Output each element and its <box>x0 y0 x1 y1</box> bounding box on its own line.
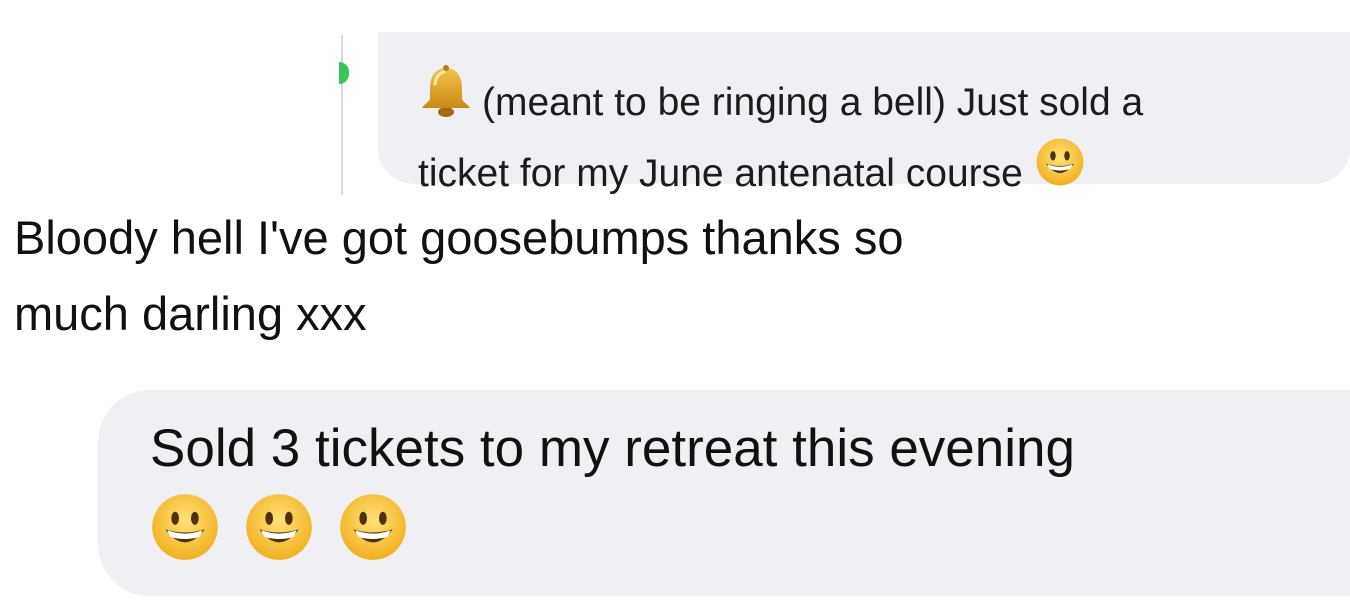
quoted-message-bubble[interactable]: (meant to be ringing a bell) Just sold a… <box>378 32 1350 195</box>
main-text-line-1: Sold 3 tickets to my retreat this evenin… <box>150 419 1075 478</box>
reply-text-line-2: much darling xxx <box>14 287 367 340</box>
quoted-text-line-2: ticket for my June antenatal course <box>418 151 1023 195</box>
quoted-line-1: (meant to be ringing a bell) Just sold a <box>418 65 1350 141</box>
quoted-text-line-1: (meant to be ringing a bell) Just sold a <box>482 80 1144 124</box>
reply-message[interactable]: Bloody hell I've got goosebumps thanks s… <box>14 200 1214 352</box>
emoji-row <box>150 492 1350 584</box>
grinning-smiley-icon <box>244 492 314 584</box>
grinning-smiley-icon <box>1035 137 1085 206</box>
grinning-smiley-icon <box>338 492 408 584</box>
reply-thread-line <box>341 35 343 195</box>
bell-icon <box>418 64 474 137</box>
thread-indicator <box>339 62 349 84</box>
reply-text-line-1: Bloody hell I've got goosebumps thanks s… <box>14 211 904 264</box>
main-message-bubble[interactable]: Sold 3 tickets to my retreat this evenin… <box>98 390 1350 596</box>
grinning-smiley-icon <box>150 492 220 584</box>
